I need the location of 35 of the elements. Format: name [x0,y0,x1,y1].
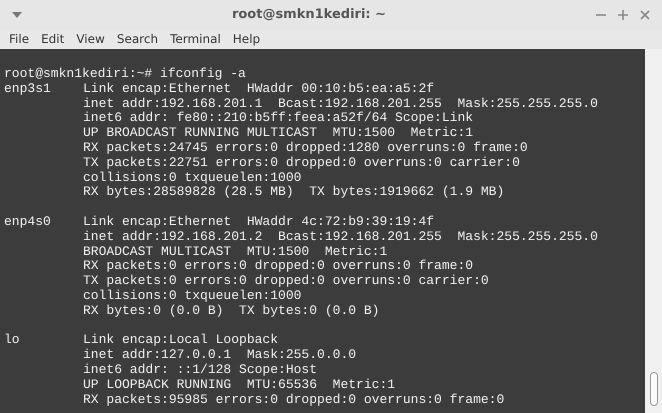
output-line: BROADCAST MULTICAST MTU:1500 Metric:1 [83,244,388,260]
output-line: Link encap:Ethernet HWaddr 00:10:b5:ea:a5:2f [83,82,436,97]
output-line: inet addr:127.0.0.1 Mask:255.0.0.0 [83,348,358,363]
command-prompt: root@smkn1kediri:~# ifconfig -a [4,67,247,82]
output-line: collisions:0 txqueuelen:1000 [83,170,302,186]
interface-name: enp4s0 [4,214,51,229]
output-line: RX packets:24745 errors:0 dropped:1280 overruns:0 frame:0 [83,140,529,156]
menu-item[interactable]: Help [226,30,266,48]
output-line: inet6 addr: ::1/128 Scope:Host [83,362,318,378]
output-line: inet addr:192.168.201.1 Bcast:192.168.201.255 Mask:255.255.255.0 [83,96,598,112]
window-title: root@smkn1kediri: ~ [232,6,386,24]
output-line: RX packets:95985 errors:0 dropped:0 overruns:0 frame:0 [83,392,504,408]
menu-item[interactable]: Terminal [164,30,227,48]
output-line: TX packets:0 errors:0 dropped:0 overruns:0 carrier:0 [83,274,490,289]
output-line: RX packets:0 errors:0 dropped:0 overruns:0 frame:0 [83,259,474,274]
output-line: collisions:0 txqueuelen:1000 [83,288,302,304]
maximize-icon[interactable] [618,10,628,20]
output-line: inet addr:192.168.201.2 Bcast:192.168.201.255 Mask:255.255.255.0 [83,230,598,245]
output-line: inet6 addr: fe80::210:b5ff:feea:a52f/64 Scope:Link [83,111,474,126]
output-line: Link encap:Ethernet HWaddr 4c:72:b9:39:19:4f [83,214,436,230]
interface-name: lo [4,332,20,348]
menu-item[interactable]: Edit [35,30,70,48]
caret-icon[interactable] [12,12,22,18]
output-line: RX bytes:28589828 (28.5 MB) TX bytes:1919662 (1.9 MB) [83,185,506,200]
menu-item[interactable]: File [3,30,36,48]
scrollbar-thumb[interactable] [650,372,658,406]
output-line: RX bytes:0 (0.0 B) TX bytes:0 (0.0 B) [83,304,380,319]
output-line: TX packets:22751 errors:0 dropped:0 overruns:0 carrier:0 [83,156,521,171]
close-icon[interactable] [640,10,650,20]
output-line: UP BROADCAST RUNNING MULTICAST MTU:1500 Metric:1 [83,126,474,141]
menu-item[interactable]: View [70,30,111,48]
interface-name: enp3s1 [4,80,51,96]
output-line: UP LOOPBACK RUNNING MTU:65536 Metric:1 [83,378,396,393]
output-line: Link encap:Local Loopback [83,333,280,348]
menu-item[interactable]: Search [110,30,164,48]
